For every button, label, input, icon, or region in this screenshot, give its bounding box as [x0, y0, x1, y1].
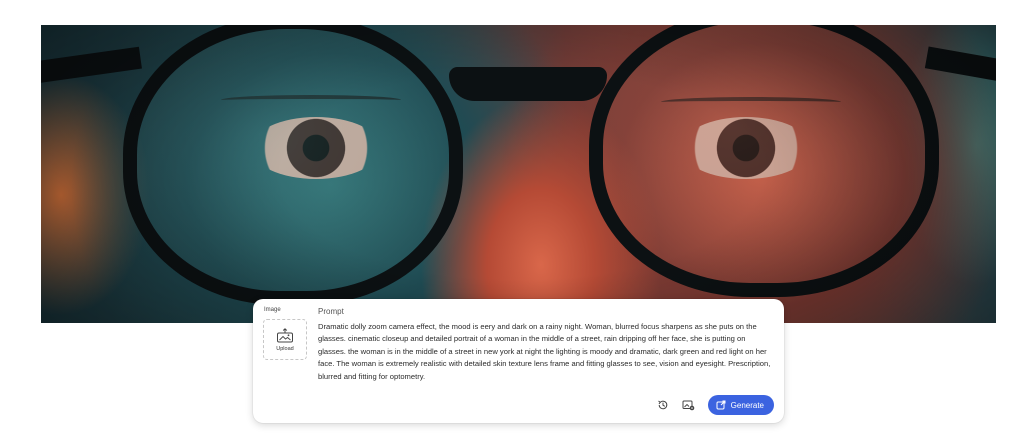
upload-label: Upload	[276, 345, 294, 352]
image-settings-icon	[682, 400, 695, 411]
prompt-label: Prompt	[318, 307, 344, 316]
upload-image-icon	[277, 327, 293, 342]
image-label: Image	[264, 307, 281, 313]
prompt-actions: Generate	[656, 395, 774, 415]
hero-vignette	[41, 25, 996, 323]
history-icon	[657, 400, 667, 410]
page: Image Upload Prompt Dramatic dolly zoom …	[0, 0, 1024, 442]
upload-button[interactable]: Upload	[263, 319, 307, 360]
history-button[interactable]	[656, 398, 670, 412]
generate-icon	[716, 400, 726, 410]
hero-image	[41, 25, 996, 323]
generate-button[interactable]: Generate	[707, 395, 774, 415]
generate-label: Generate	[730, 400, 764, 410]
image-settings-button[interactable]	[682, 398, 696, 412]
prompt-textarea[interactable]: Dramatic dolly zoom camera effect, the m…	[318, 321, 775, 383]
prompt-card: Image Upload Prompt Dramatic dolly zoom …	[253, 299, 784, 423]
